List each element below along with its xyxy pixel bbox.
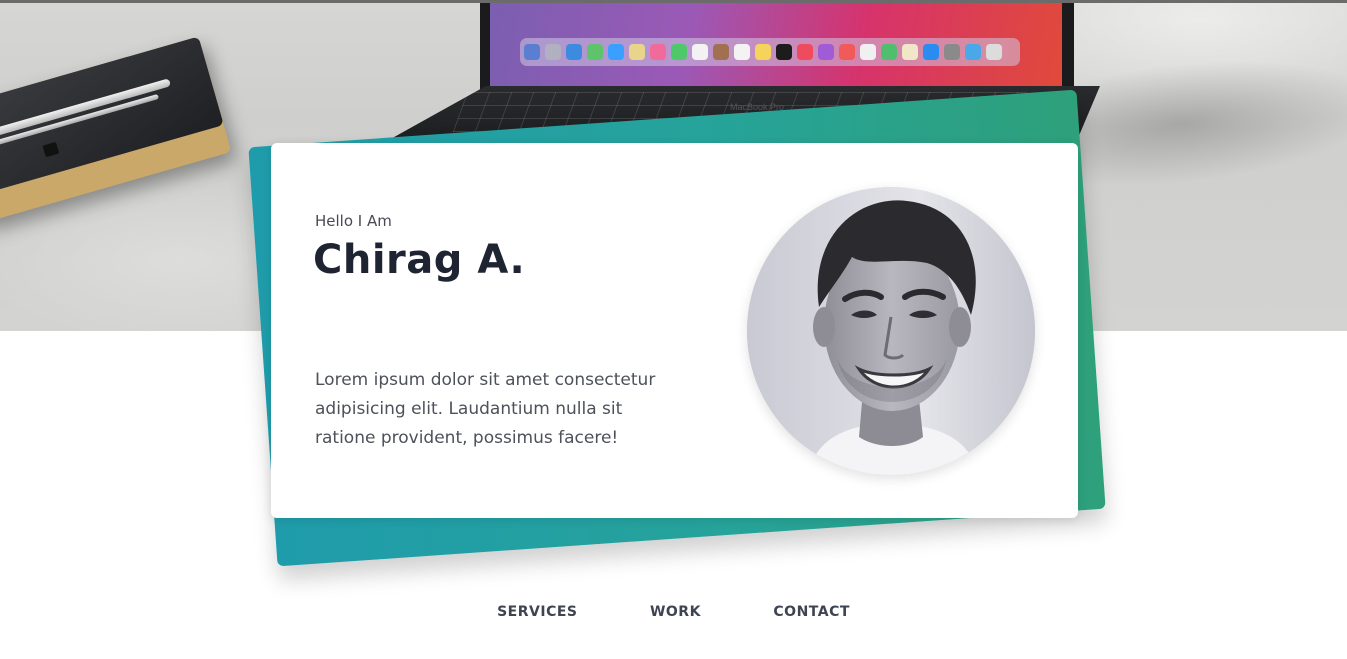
nav-link-services[interactable]: SERVICES (497, 604, 577, 620)
page: MacBook Pro Hello I Am Chirag A. Lorem i… (0, 0, 1347, 659)
profile-bio: Lorem ipsum dolor sit amet consectetur a… (315, 370, 656, 448)
dock-image (520, 38, 1020, 66)
profile-photo (747, 187, 1035, 475)
nav-link-work[interactable]: WORK (650, 604, 701, 620)
profile-name: Chirag A. (313, 237, 526, 283)
bottom-navigation: SERVICES WORK CONTACT (0, 603, 1347, 621)
profile-card: Hello I Am Chirag A. Lorem ipsum dolor s… (271, 143, 1078, 518)
nav-link-contact[interactable]: CONTACT (773, 604, 850, 620)
portrait-illustration (747, 187, 1035, 475)
greeting-text: Hello I Am (315, 212, 392, 230)
notebook-image (0, 36, 232, 224)
